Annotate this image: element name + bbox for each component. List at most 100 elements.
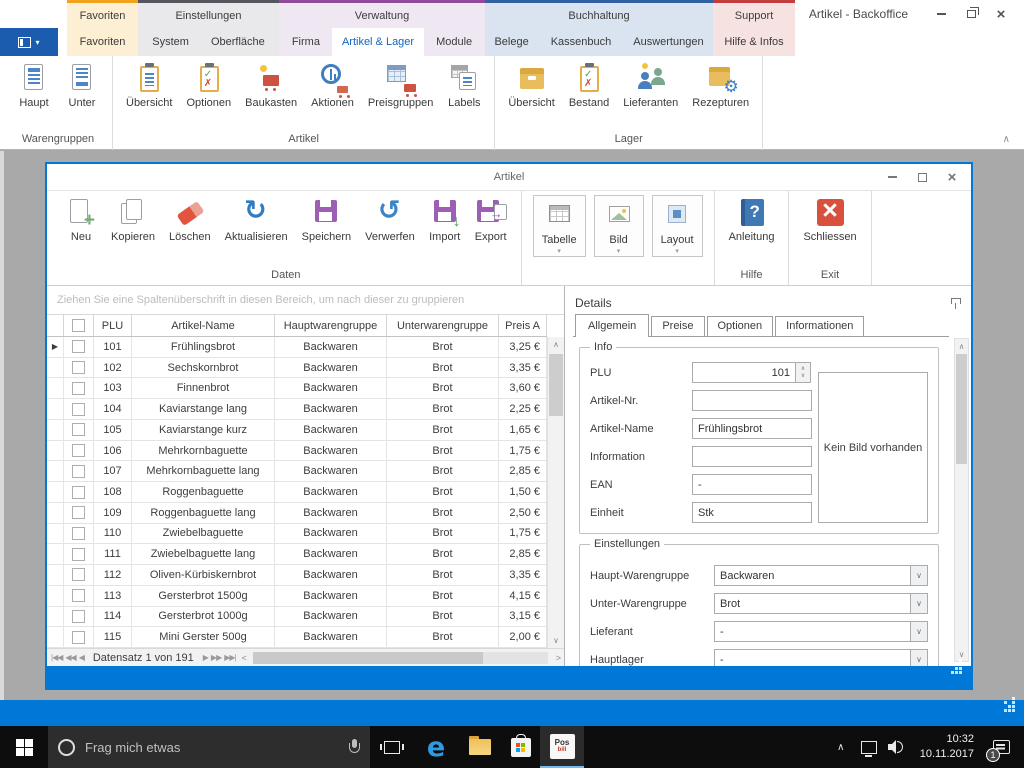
haupt-warengruppen-button[interactable]: Haupt	[10, 59, 58, 111]
tabelle-dropdown-button[interactable]: Tabelle▾	[533, 195, 586, 257]
tab-hilfe-infos[interactable]: Hilfe & Infos	[714, 28, 793, 56]
column-header-artikel-name[interactable]: Artikel-Name	[132, 315, 275, 336]
baukasten-button[interactable]: Baukasten	[238, 59, 304, 111]
preisgruppen-button[interactable]: Preisgruppen	[361, 59, 440, 111]
checkbox[interactable]	[72, 319, 85, 332]
ean-field[interactable]	[692, 474, 812, 495]
loeschen-button[interactable]: Löschen	[163, 194, 217, 245]
kopieren-button[interactable]: Kopieren	[105, 194, 161, 245]
clock[interactable]: 10:32 10.11.2017	[912, 732, 982, 762]
close-button[interactable]: ×	[937, 166, 967, 188]
search-input[interactable]	[85, 740, 338, 755]
artikel-uebersicht-button[interactable]: Übersicht	[119, 59, 179, 111]
schliessen-button[interactable]: Schliessen	[797, 194, 862, 245]
column-header-unterwarengruppe[interactable]: Unterwarengruppe	[387, 315, 499, 336]
lager-uebersicht-button[interactable]: Übersicht	[501, 59, 561, 111]
export-button[interactable]: →Export	[469, 194, 513, 245]
checkbox[interactable]	[72, 361, 85, 374]
chevron-down-icon[interactable]: ∨	[911, 621, 928, 642]
tab-oberflaeche[interactable]: Oberfläche	[201, 28, 275, 56]
checkbox[interactable]	[72, 568, 85, 581]
layout-dropdown-button[interactable]: Layout▾	[652, 195, 703, 257]
row-checkbox-cell[interactable]	[64, 607, 94, 627]
row-checkbox-cell[interactable]	[64, 441, 94, 461]
file-explorer-button[interactable]	[458, 726, 502, 768]
table-row[interactable]: ▶ 101 Frühlingsbrot Backwaren Brot 3,25 …	[47, 337, 547, 358]
row-checkbox-cell[interactable]	[64, 461, 94, 481]
row-checkbox-cell[interactable]	[64, 544, 94, 564]
network-button[interactable]	[856, 726, 882, 768]
horizontal-scrollbar[interactable]	[253, 652, 548, 664]
close-button[interactable]: ×	[986, 4, 1016, 24]
table-row[interactable]: 111 Zwiebelbaguette lang Backwaren Brot …	[47, 544, 547, 565]
table-row[interactable]: 109 Roggenbaguette lang Backwaren Brot 2…	[47, 503, 547, 524]
maximize-button[interactable]	[907, 166, 937, 188]
artikel-optionen-button[interactable]: ✓✗ Optionen	[179, 59, 238, 111]
checkbox[interactable]	[72, 486, 85, 499]
scrollbar-thumb[interactable]	[956, 354, 967, 464]
row-checkbox-cell[interactable]	[64, 627, 94, 647]
tab-module[interactable]: Module	[426, 28, 482, 56]
row-checkbox-cell[interactable]	[64, 524, 94, 544]
table-row[interactable]: 114 Gersterbrot 1000g Backwaren Brot 3,1…	[47, 607, 547, 628]
lieferant-combobox[interactable]: ∨	[714, 621, 928, 642]
checkbox[interactable]	[72, 340, 85, 353]
scroll-down-icon[interactable]: ∨	[955, 647, 968, 661]
table-row[interactable]: 102 Sechskornbrot Backwaren Brot 3,35 €	[47, 358, 547, 379]
resize-grip-icon[interactable]	[951, 671, 963, 683]
column-header-preis-a[interactable]: Preis A	[499, 315, 547, 336]
pin-icon[interactable]	[950, 297, 961, 310]
row-checkbox-cell[interactable]	[64, 503, 94, 523]
row-checkbox-cell[interactable]	[64, 378, 94, 398]
checkbox[interactable]	[72, 444, 85, 457]
lieferanten-button[interactable]: Lieferanten	[616, 59, 685, 111]
start-button[interactable]	[0, 726, 48, 768]
store-button[interactable]	[502, 726, 540, 768]
action-center-button[interactable]: 1	[984, 726, 1018, 768]
row-checkbox-cell[interactable]	[64, 586, 94, 606]
scrollbar-track[interactable]	[955, 353, 968, 647]
tab-optionen[interactable]: Optionen	[707, 316, 774, 336]
artikel-name-field[interactable]	[692, 418, 812, 439]
checkbox[interactable]	[72, 403, 85, 416]
column-header-hauptwarengruppe[interactable]: Hauptwarengruppe	[275, 315, 387, 336]
task-view-button[interactable]	[370, 726, 414, 768]
tray-chevron-button[interactable]: ∧	[828, 726, 854, 768]
tab-kassenbuch[interactable]: Kassenbuch	[541, 28, 622, 56]
select-all-checkbox-cell[interactable]	[64, 315, 94, 336]
unter-warengruppen-button[interactable]: Unter	[58, 59, 106, 111]
collapse-ribbon-chevron-icon[interactable]: ∧	[1003, 134, 1010, 145]
tab-favoriten[interactable]: Favoriten	[70, 28, 136, 56]
scrollbar-thumb[interactable]	[549, 354, 563, 416]
table-row[interactable]: 108 Roggenbaguette Backwaren Brot 1,50 €	[47, 482, 547, 503]
verwerfen-button[interactable]: Verwerfen	[359, 194, 421, 245]
row-checkbox-cell[interactable]	[64, 565, 94, 585]
nav-next-icon[interactable]: ▶	[203, 653, 208, 662]
checkbox[interactable]	[72, 506, 85, 519]
checkbox[interactable]	[72, 465, 85, 478]
tab-allgemein[interactable]: Allgemein	[575, 314, 649, 337]
nav-next-page-icon[interactable]: ▶▶	[211, 653, 221, 662]
row-checkbox-cell[interactable]	[64, 399, 94, 419]
details-vertical-scrollbar[interactable]: ∧ ∨	[954, 338, 969, 662]
tab-artikel-lager[interactable]: Artikel & Lager	[332, 28, 424, 56]
aktualisieren-button[interactable]: Aktualisieren	[219, 194, 294, 245]
row-checkbox-cell[interactable]	[64, 420, 94, 440]
checkbox[interactable]	[72, 527, 85, 540]
plu-field[interactable]	[692, 362, 796, 383]
group-by-area[interactable]: Ziehen Sie eine Spaltenüberschrift in di…	[47, 286, 564, 315]
table-row[interactable]: 113 Gersterbrot 1500g Backwaren Brot 4,1…	[47, 586, 547, 607]
combo-value[interactable]	[714, 649, 911, 666]
aktionen-button[interactable]: Aktionen	[304, 59, 361, 111]
bild-dropdown-button[interactable]: Bild▾	[594, 195, 644, 257]
nav-prev-page-icon[interactable]: ◀◀	[65, 653, 75, 662]
chevron-down-icon[interactable]: ∨	[911, 565, 928, 586]
nav-prev-icon[interactable]: ◀	[79, 653, 84, 662]
backoffice-app-button[interactable]: Pos bill	[540, 726, 584, 768]
scrollbar-thumb[interactable]	[253, 652, 483, 664]
table-row[interactable]: 107 Mehrkornbaguette lang Backwaren Brot…	[47, 461, 547, 482]
tab-belege[interactable]: Belege	[484, 28, 538, 56]
scrollbar-track[interactable]	[548, 352, 564, 633]
scroll-up-icon[interactable]: ∧	[955, 339, 968, 353]
tab-auswertungen[interactable]: Auswertungen	[623, 28, 713, 56]
